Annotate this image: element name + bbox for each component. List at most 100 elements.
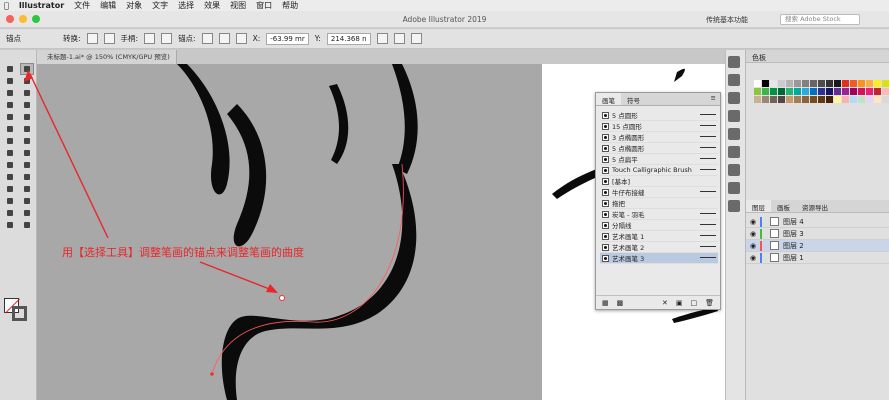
color-guide-icon[interactable]: [728, 74, 740, 86]
menu-edit[interactable]: 编辑: [100, 0, 116, 11]
color-swatch[interactable]: [850, 88, 857, 95]
color-swatch[interactable]: [786, 80, 793, 87]
rectangle-tool-icon[interactable]: [4, 112, 16, 122]
color-swatch[interactable]: [850, 96, 857, 103]
artboard-tool-icon[interactable]: [4, 208, 16, 218]
tab-layers[interactable]: 图层: [746, 200, 771, 212]
color-swatch[interactable]: [882, 96, 889, 103]
gradient-panel-icon[interactable]: [728, 146, 740, 158]
color-swatch[interactable]: [826, 96, 833, 103]
show-handles-icon[interactable]: [144, 33, 156, 44]
brush-item[interactable]: Touch Calligraphic Brush: [600, 165, 718, 176]
color-swatch[interactable]: [818, 88, 825, 95]
visibility-eye-icon[interactable]: ◉: [746, 242, 760, 250]
workspace-switcher[interactable]: 传统基本功能: [706, 15, 748, 25]
brush-library-menu-icon[interactable]: ▩: [617, 299, 624, 307]
color-swatch[interactable]: [818, 80, 825, 87]
menu-window[interactable]: 窗口: [256, 0, 272, 11]
remove-anchor-icon[interactable]: [201, 33, 213, 44]
swatches-panel-title[interactable]: 色板: [746, 50, 889, 63]
color-swatch[interactable]: [794, 96, 801, 103]
cut-path-icon[interactable]: [235, 33, 247, 44]
color-swatch[interactable]: [770, 80, 777, 87]
scale-tool-icon[interactable]: [21, 136, 33, 146]
brush-libraries-icon[interactable]: ▦: [602, 299, 609, 307]
color-swatch[interactable]: [770, 88, 777, 95]
convert-corner-icon[interactable]: [86, 33, 98, 44]
color-swatch[interactable]: [786, 88, 793, 95]
tab-brushes[interactable]: 画笔: [596, 93, 621, 105]
pen-tool-icon[interactable]: [4, 88, 16, 98]
symbols-panel-icon[interactable]: [728, 110, 740, 122]
color-swatch[interactable]: [810, 80, 817, 87]
color-swatch[interactable]: [874, 88, 881, 95]
brush-options-icon[interactable]: ▣: [676, 299, 683, 307]
brush-item[interactable]: 5 点圆形: [600, 110, 718, 121]
fill-stroke-control[interactable]: [4, 298, 28, 322]
direct-selection-tool-icon[interactable]: [20, 63, 34, 75]
brush-item[interactable]: 艺术画笔 1: [600, 231, 718, 242]
menu-help[interactable]: 帮助: [282, 0, 298, 11]
paintbrush-tool-icon[interactable]: [21, 112, 33, 122]
hand-tool-icon[interactable]: [4, 220, 16, 230]
color-swatch[interactable]: [794, 80, 801, 87]
eraser-tool-icon[interactable]: [21, 124, 33, 134]
color-swatch[interactable]: [834, 88, 841, 95]
color-swatch[interactable]: [818, 96, 825, 103]
menu-view[interactable]: 视图: [230, 0, 246, 11]
color-swatch[interactable]: [778, 80, 785, 87]
tab-symbols[interactable]: 符号: [621, 93, 646, 105]
tab-asset-export[interactable]: 资源导出: [796, 200, 834, 212]
color-swatch[interactable]: [762, 80, 769, 87]
y-coordinate-field[interactable]: 214.368 n: [326, 32, 371, 45]
document-tab[interactable]: 未标题-1.ai* @ 150% (CMYK/GPU 预览): [37, 50, 177, 64]
layer-row[interactable]: ◉ 图层 2: [746, 240, 889, 252]
color-swatch[interactable]: [834, 80, 841, 87]
stroke-swatch[interactable]: [12, 306, 27, 321]
color-swatch[interactable]: [802, 96, 809, 103]
menu-object[interactable]: 对象: [126, 0, 142, 11]
brushes-panel-icon[interactable]: [728, 92, 740, 104]
lasso-tool-icon[interactable]: [21, 76, 33, 86]
brush-item-selected[interactable]: 艺术画笔 3: [600, 253, 718, 264]
brush-item[interactable]: 15 点圆形: [600, 121, 718, 132]
color-swatch[interactable]: [786, 96, 793, 103]
mesh-tool-icon[interactable]: [4, 172, 16, 182]
color-swatch[interactable]: [858, 80, 865, 87]
graphic-styles-icon[interactable]: [728, 200, 740, 212]
color-swatch[interactable]: [826, 88, 833, 95]
visibility-eye-icon[interactable]: ◉: [746, 218, 760, 226]
color-swatch[interactable]: [882, 88, 889, 95]
color-swatch[interactable]: [842, 88, 849, 95]
brush-item[interactable]: 分隔线: [600, 220, 718, 231]
shape-builder-tool-icon[interactable]: [4, 160, 16, 170]
appearance-panel-icon[interactable]: [728, 182, 740, 194]
color-swatch[interactable]: [858, 96, 865, 103]
color-swatch[interactable]: [882, 80, 889, 87]
type-tool-icon[interactable]: [4, 100, 16, 110]
menu-file[interactable]: 文件: [74, 0, 90, 11]
color-swatch[interactable]: [794, 88, 801, 95]
color-swatch[interactable]: [866, 96, 873, 103]
brush-item[interactable]: [基本]: [600, 176, 718, 187]
color-swatch[interactable]: [770, 96, 777, 103]
color-swatch[interactable]: [826, 80, 833, 87]
delete-brush-icon[interactable]: 🗑: [705, 299, 714, 307]
visibility-eye-icon[interactable]: ◉: [746, 230, 760, 238]
link-icon[interactable]: [376, 33, 388, 44]
color-swatch[interactable]: [850, 80, 857, 87]
gradient-tool-icon[interactable]: [21, 172, 33, 182]
color-swatch[interactable]: [802, 88, 809, 95]
connect-anchor-icon[interactable]: [218, 33, 230, 44]
color-swatch[interactable]: [802, 80, 809, 87]
stroke-panel-icon[interactable]: [728, 128, 740, 140]
canvas-area[interactable]: [37, 64, 542, 400]
slice-tool-icon[interactable]: [21, 208, 33, 218]
transform-icon[interactable]: [410, 33, 422, 44]
app-menu[interactable]: Illustrator: [19, 1, 64, 10]
color-swatch[interactable]: [834, 96, 841, 103]
width-tool-icon[interactable]: [4, 148, 16, 158]
rotate-tool-icon[interactable]: [4, 136, 16, 146]
color-swatch[interactable]: [778, 96, 785, 103]
remove-brush-stroke-icon[interactable]: ✕: [662, 299, 668, 307]
